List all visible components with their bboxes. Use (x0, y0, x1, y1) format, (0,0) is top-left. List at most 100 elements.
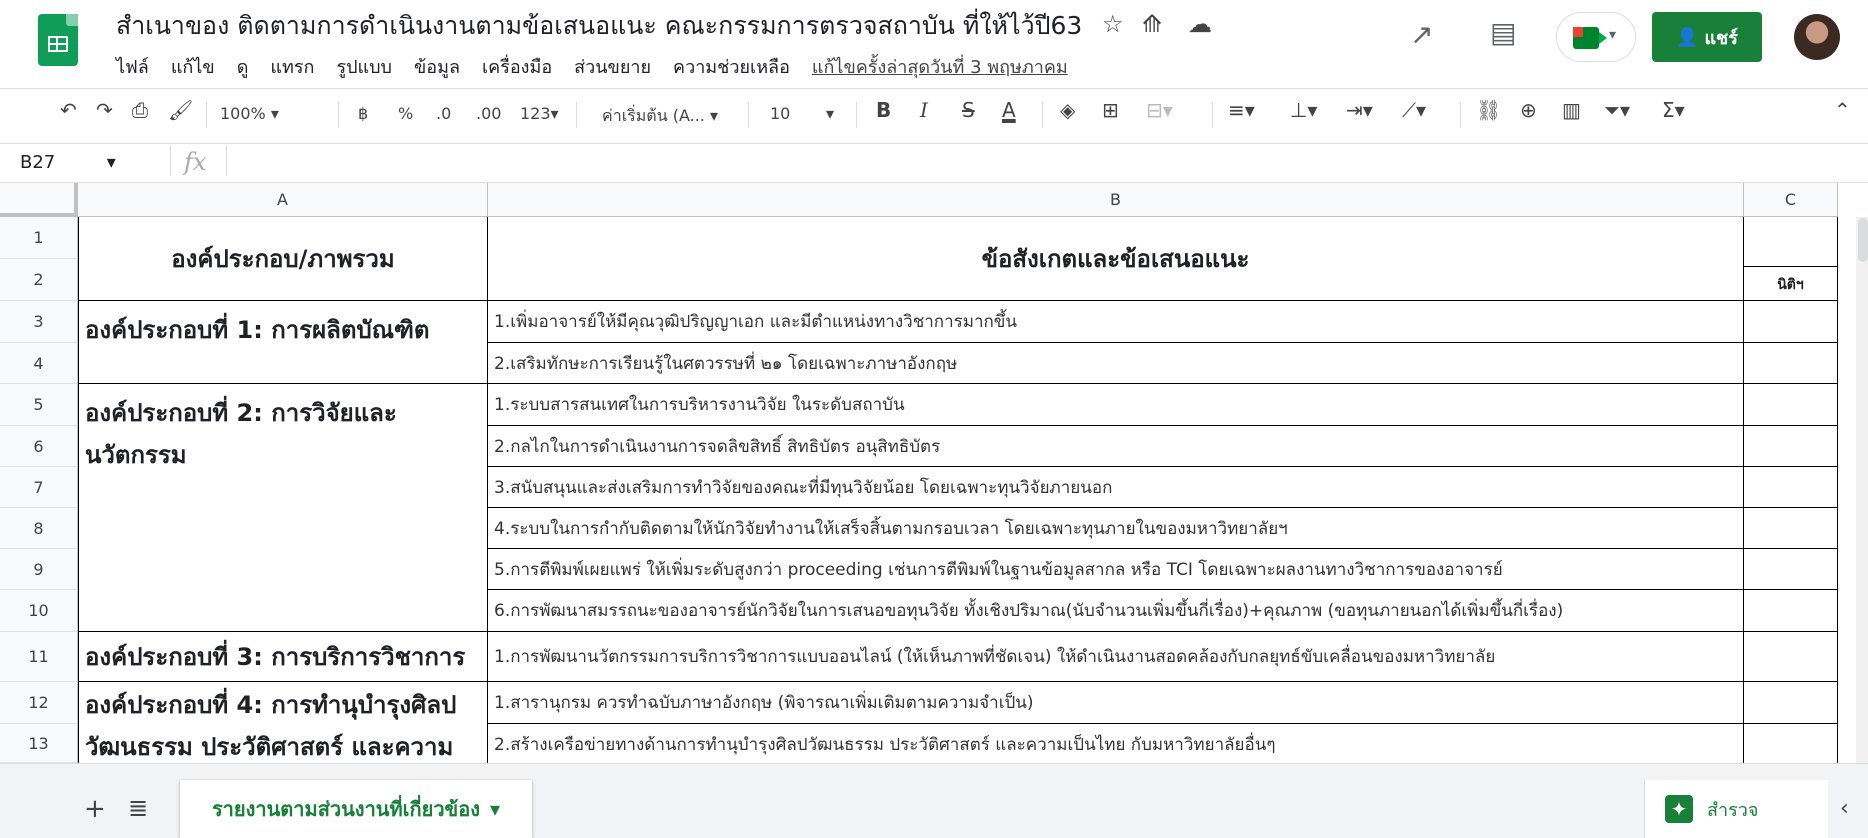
menu-format[interactable]: รูปแบบ (336, 52, 392, 81)
sheet-tab[interactable]: รายงานตามส่วนงานที่เกี่ยวข้อง ▾ (180, 780, 532, 838)
grid-cell[interactable] (1744, 632, 1838, 682)
grid-cell[interactable] (1744, 301, 1838, 343)
grid-cell[interactable] (1744, 508, 1838, 549)
row-header[interactable]: 13 (0, 724, 78, 763)
category-cell[interactable]: องค์ประกอบที่ 1: การผลิตบัณฑิต (78, 301, 488, 384)
print-icon[interactable]: ⎙ (132, 98, 148, 122)
recommendation-cell[interactable]: 5.การตีพิมพ์เผยแพร่ ให้เพิ่มระดับสูงกว่า… (488, 549, 1744, 590)
sheets-logo-icon[interactable] (38, 14, 78, 66)
grid-cell[interactable] (1744, 590, 1838, 632)
horizontal-align-icon[interactable]: ≡▾ (1228, 98, 1255, 122)
filter-icon[interactable]: ⏷▾ (1604, 98, 1630, 122)
merge-cells-icon[interactable]: ⊟▾ (1146, 98, 1173, 122)
row-header[interactable]: 3 (0, 301, 78, 343)
grid-cell[interactable] (1744, 467, 1838, 508)
number-format-select[interactable]: 123▾ (520, 104, 559, 123)
row-header[interactable]: 8 (0, 508, 78, 549)
insert-comment-icon[interactable]: ⊕ (1520, 98, 1537, 122)
name-box[interactable]: B27 ▾ (20, 152, 116, 173)
menu-insert[interactable]: แทรก (270, 52, 314, 81)
menu-edit[interactable]: แก้ไข (171, 52, 215, 81)
text-rotation-icon[interactable]: ⟋▾ (1402, 98, 1426, 122)
move-to-folder-icon[interactable]: ⟰ (1142, 10, 1162, 38)
percent-format-button[interactable]: % (398, 104, 413, 123)
last-edit-link[interactable]: แก้ไขครั้งล่าสุดวันที่ 3 พฤษภาคม (812, 52, 1068, 81)
functions-icon[interactable]: Σ▾ (1662, 98, 1685, 122)
select-all-corner[interactable] (0, 183, 78, 217)
menu-extensions[interactable]: ส่วนขยาย (574, 52, 651, 81)
menu-file[interactable]: ไฟล์ (116, 52, 149, 81)
recommendation-cell[interactable]: 1.เพิ่มอาจารย์ให้มีคุณวุฒิปริญญาเอก และม… (488, 301, 1744, 343)
grid-cell[interactable] (1744, 343, 1838, 384)
insert-link-icon[interactable]: ⛓ (1476, 98, 1501, 122)
grid-cell[interactable] (1744, 682, 1838, 724)
vertical-scroll-thumb[interactable] (1858, 218, 1868, 262)
category-cell[interactable]: องค์ประกอบที่ 3: การบริการวิชาการ (78, 632, 488, 682)
italic-button[interactable]: I (920, 98, 928, 122)
row-header[interactable]: 7 (0, 467, 78, 508)
row-header[interactable]: 4 (0, 343, 78, 384)
vertical-align-icon[interactable]: ⊥▾ (1290, 98, 1317, 122)
recommendation-cell[interactable]: 6.การพัฒนาสมรรถนะของอาจารย์นักวิจัยในการ… (488, 590, 1744, 632)
column-header-c[interactable]: C (1744, 183, 1838, 217)
header-cell-c2[interactable]: นิติฯ (1744, 267, 1838, 301)
recommendation-cell[interactable]: 1.ระบบสารสนเทศในการบริหารงานวิจัย ในระดั… (488, 384, 1744, 426)
activity-trend-icon[interactable]: ↗ (1410, 18, 1433, 51)
add-sheet-icon[interactable]: + (84, 794, 106, 824)
grid-cell[interactable] (1744, 724, 1838, 764)
recommendation-cell[interactable]: 1.การพัฒนานวัตกรรมการบริการวิชาการแบบออน… (488, 632, 1744, 682)
side-panel-toggle-icon[interactable]: ‹ (1840, 796, 1860, 821)
undo-icon[interactable]: ↶ (60, 98, 77, 122)
menu-data[interactable]: ข้อมูล (414, 52, 460, 81)
recommendation-cell[interactable]: 2.กลไกในการดำเนินงานการจดลิขสิทธิ์ สิทธิ… (488, 426, 1744, 467)
category-cell[interactable]: องค์ประกอบที่ 2: การวิจัยและนวัตกรรม (78, 384, 488, 632)
currency-format-button[interactable]: ฿ (358, 104, 368, 123)
menu-tools[interactable]: เครื่องมือ (482, 52, 552, 81)
recommendation-cell[interactable]: 2.สร้างเครือข่ายทางด้านการทำนุบำรุงศิลปว… (488, 724, 1744, 764)
meet-button[interactable]: ▾ (1556, 12, 1636, 62)
row-header[interactable]: 6 (0, 426, 78, 467)
fill-color-icon[interactable]: ◈ (1060, 98, 1075, 122)
collapse-toolbar-icon[interactable]: ⌃ (1834, 98, 1851, 122)
recommendation-cell[interactable]: 3.สนับสนุนและส่งเสริมการทำวิจัยของคณะที่… (488, 467, 1744, 508)
font-select[interactable]: ค่าเริ่มต้น (A... ▾ (602, 104, 718, 129)
zoom-select[interactable]: 100% ▾ (220, 104, 279, 123)
grid-cell[interactable] (1744, 426, 1838, 467)
redo-icon[interactable]: ↷ (96, 98, 113, 122)
recommendation-cell[interactable]: 4.ระบบในการกำกับติดตามให้นักวิจัยทำงานให… (488, 508, 1744, 549)
insert-chart-icon[interactable]: ▥ (1562, 98, 1581, 122)
bold-button[interactable]: B (876, 98, 891, 122)
text-color-button[interactable]: A (1002, 98, 1016, 122)
row-header[interactable]: 12 (0, 682, 78, 724)
paint-format-icon[interactable]: 🖌 (168, 98, 193, 122)
recommendation-cell[interactable]: 1.สารานุกรม ควรทำฉบับภาษาอังกฤษ (พิจารณา… (488, 682, 1744, 724)
menu-help[interactable]: ความช่วยเหลือ (673, 52, 790, 81)
row-header[interactable]: 1 (0, 217, 78, 259)
column-header-a[interactable]: A (78, 183, 488, 217)
row-header[interactable]: 11 (0, 632, 78, 682)
grid-cell[interactable] (1744, 384, 1838, 426)
borders-icon[interactable]: ⊞ (1102, 98, 1119, 122)
account-avatar[interactable] (1794, 14, 1840, 60)
document-title[interactable]: สำเนาของ ติดตามการดำเนินงานตามข้อเสนอแนะ… (116, 6, 1082, 46)
row-header[interactable]: 5 (0, 384, 78, 426)
decrease-decimal-button[interactable]: .0 (436, 104, 451, 123)
header-cell-b[interactable]: ข้อสังเกตและข้อเสนอแนะ (488, 217, 1744, 301)
menu-view[interactable]: ดู (237, 52, 249, 81)
increase-decimal-button[interactable]: .00 (476, 104, 501, 123)
text-wrapping-icon[interactable]: ⇥▾ (1346, 98, 1373, 122)
row-header[interactable]: 10 (0, 590, 78, 632)
cloud-status-icon[interactable]: ☁ (1188, 10, 1212, 38)
share-button[interactable]: 👤 แชร์ (1652, 12, 1762, 62)
strikethrough-button[interactable]: S (962, 98, 975, 122)
star-icon[interactable]: ☆ (1102, 10, 1124, 38)
header-cell-a[interactable]: องค์ประกอบ/ภาพรวม (78, 217, 488, 301)
font-size-select[interactable]: 10 ▾ (770, 104, 834, 123)
recommendation-cell[interactable]: 2.เสริมทักษะการเรียนรู้ในศตวรรษที่ ๒๑ โด… (488, 343, 1744, 384)
row-header[interactable]: 9 (0, 549, 78, 590)
comments-icon[interactable]: ▤ (1490, 16, 1516, 49)
vertical-scrollbar[interactable] (1856, 217, 1868, 763)
header-cell-c1[interactable] (1744, 217, 1838, 267)
explore-button[interactable]: ✦ สำรวจ (1644, 780, 1828, 838)
row-header[interactable]: 2 (0, 259, 78, 301)
